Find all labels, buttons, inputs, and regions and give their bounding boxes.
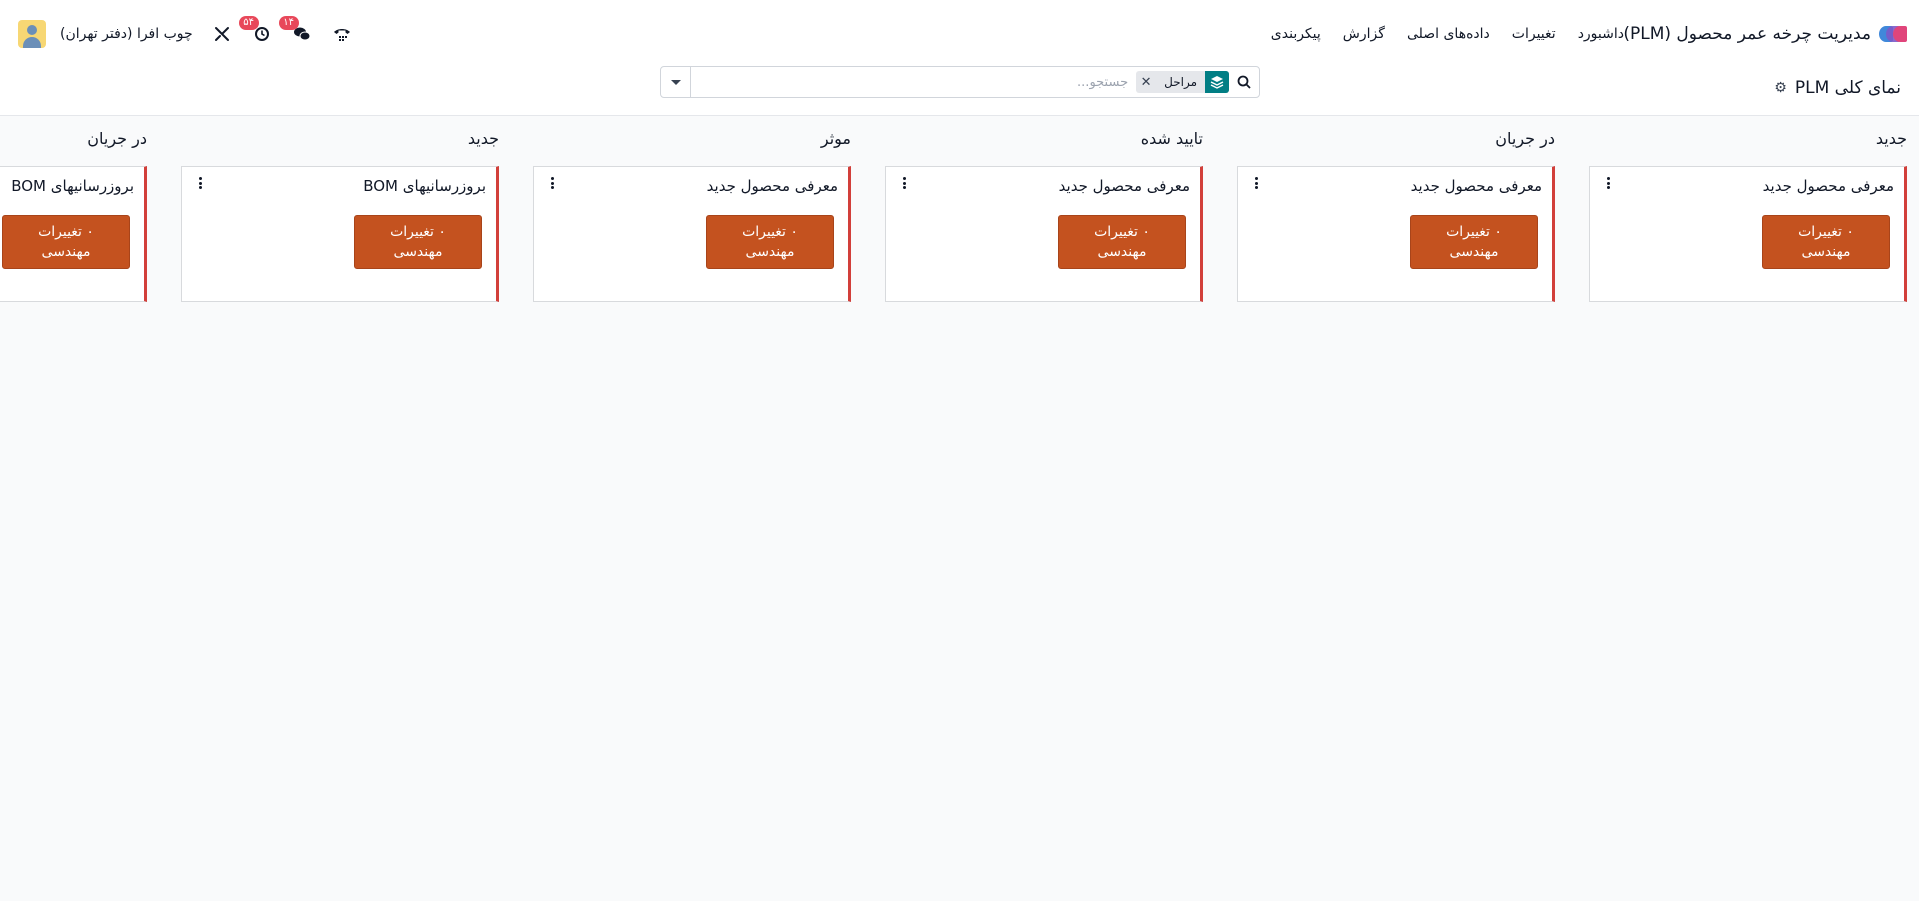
page-title: نمای کلی PLM [1794,78,1901,98]
eco-count-button[interactable]: ۰ تغییرات مهندسی [1410,215,1538,269]
card-title[interactable]: بروزرسانیهای BOM [11,177,134,195]
eco-button-line2: مهندسی [745,244,795,260]
control-panel: نمای کلی PLM ⚙ مراحل ✕ [0,66,1919,116]
kanban-board: جدید معرفی محصول جدید ۰ تغییرات مهندسی د… [0,117,1919,901]
kanban-card[interactable]: بروزرسانیهای BOM ۰ تغییرات مهندسی [0,166,147,302]
facet-label: مراحل [1164,75,1197,89]
eco-button-line2: مهندسی [41,244,91,260]
eco-button-line1: ۰ تغییرات [1798,224,1854,240]
eco-count-button[interactable]: ۰ تغییرات مهندسی [354,215,482,269]
search-bar: مراحل ✕ [660,66,1260,98]
eco-button-line2: مهندسی [393,244,443,260]
menu-item-master-data[interactable]: داده‌های اصلی [1407,26,1490,42]
menu-item-dashboard[interactable]: داشبورد [1578,26,1624,42]
dots-menu-icon[interactable] [900,175,908,191]
kanban-card[interactable]: بروزرسانیهای BOM ۰ تغییرات مهندسی [181,166,499,302]
eco-count-button[interactable]: ۰ تغییرات مهندسی [1762,215,1890,269]
phone-voip-icon[interactable] [331,23,353,45]
eco-button-line2: مهندسی [1801,244,1851,260]
search-options-toggle[interactable] [661,67,691,97]
menu-item-configuration[interactable]: پیکربندی [1271,26,1321,42]
app-brand[interactable]: مدیریت چرخه عمر محصول (PLM) [1623,22,1907,46]
systray: چوب افرا (دفتر تهران) ۵۴ ۱۴ [18,16,353,50]
messages-chat-icon[interactable]: ۱۴ [278,16,313,45]
top-navbar: مدیریت چرخه عمر محصول (PLM) داشبورد تغیی… [0,0,1919,66]
menu-item-changes[interactable]: تغییرات [1512,26,1556,42]
gear-icon[interactable]: ⚙ [1774,80,1787,96]
main-menu: داشبورد تغییرات داده‌های اصلی گزارش پیکر… [1271,22,1624,46]
activities-clock-icon[interactable]: ۵۴ [238,16,273,45]
eco-button-line1: ۰ تغییرات [1446,224,1502,240]
column-title: جدید [467,129,499,148]
eco-button-line1: ۰ تغییرات [1094,224,1150,240]
search-facet-stages[interactable]: مراحل ✕ [1136,71,1229,93]
search-input[interactable] [691,68,1137,96]
search-icon[interactable] [1229,67,1259,97]
eco-count-button[interactable]: ۰ تغییرات مهندسی [706,215,834,269]
card-title[interactable]: معرفی محصول جدید [707,177,838,195]
dots-menu-icon[interactable] [196,175,204,191]
app-title[interactable]: مدیریت چرخه عمر محصول (PLM) [1623,24,1871,44]
breadcrumb: نمای کلی PLM ⚙ [1774,78,1901,98]
kanban-card[interactable]: معرفی محصول جدید ۰ تغییرات مهندسی [533,166,851,302]
column-title: تایید شده [1140,129,1203,148]
card-title[interactable]: معرفی محصول جدید [1059,177,1190,195]
caret-down-icon [670,79,681,85]
eco-button-line2: مهندسی [1097,244,1147,260]
close-icon[interactable]: ✕ [1136,75,1156,90]
company-switcher[interactable]: چوب افرا (دفتر تهران) [60,26,193,42]
dots-menu-icon[interactable] [548,175,556,191]
card-title[interactable]: بروزرسانیهای BOM [363,177,486,195]
column-title: جدید [1875,129,1907,148]
column-title: در جریان [1495,129,1555,148]
dots-menu-icon[interactable] [1604,175,1612,191]
activities-badge: ۵۴ [238,16,259,30]
app-logo-icon [1879,24,1907,44]
eco-button-line1: ۰ تغییرات [38,224,94,240]
eco-button-line1: ۰ تغییرات [390,224,446,240]
card-title[interactable]: معرفی محصول جدید [1763,177,1894,195]
debug-tools-icon[interactable] [211,23,233,45]
eco-count-button[interactable]: ۰ تغییرات مهندسی [1058,215,1186,269]
kanban-card[interactable]: معرفی محصول جدید ۰ تغییرات مهندسی [885,166,1203,302]
kanban-card[interactable]: معرفی محصول جدید ۰ تغییرات مهندسی [1589,166,1907,302]
column-title: موثر [820,129,851,148]
column-title: در جریان [87,129,147,148]
eco-count-button[interactable]: ۰ تغییرات مهندسی [2,215,130,269]
user-avatar[interactable] [18,20,46,48]
eco-button-line1: ۰ تغییرات [742,224,798,240]
eco-button-line2: مهندسی [1449,244,1499,260]
card-title[interactable]: معرفی محصول جدید [1411,177,1542,195]
layers-group-icon [1205,71,1229,93]
menu-item-reporting[interactable]: گزارش [1343,26,1385,42]
kanban-card[interactable]: معرفی محصول جدید ۰ تغییرات مهندسی [1237,166,1555,302]
dots-menu-icon[interactable] [1252,175,1260,191]
messages-badge: ۱۴ [278,16,299,30]
